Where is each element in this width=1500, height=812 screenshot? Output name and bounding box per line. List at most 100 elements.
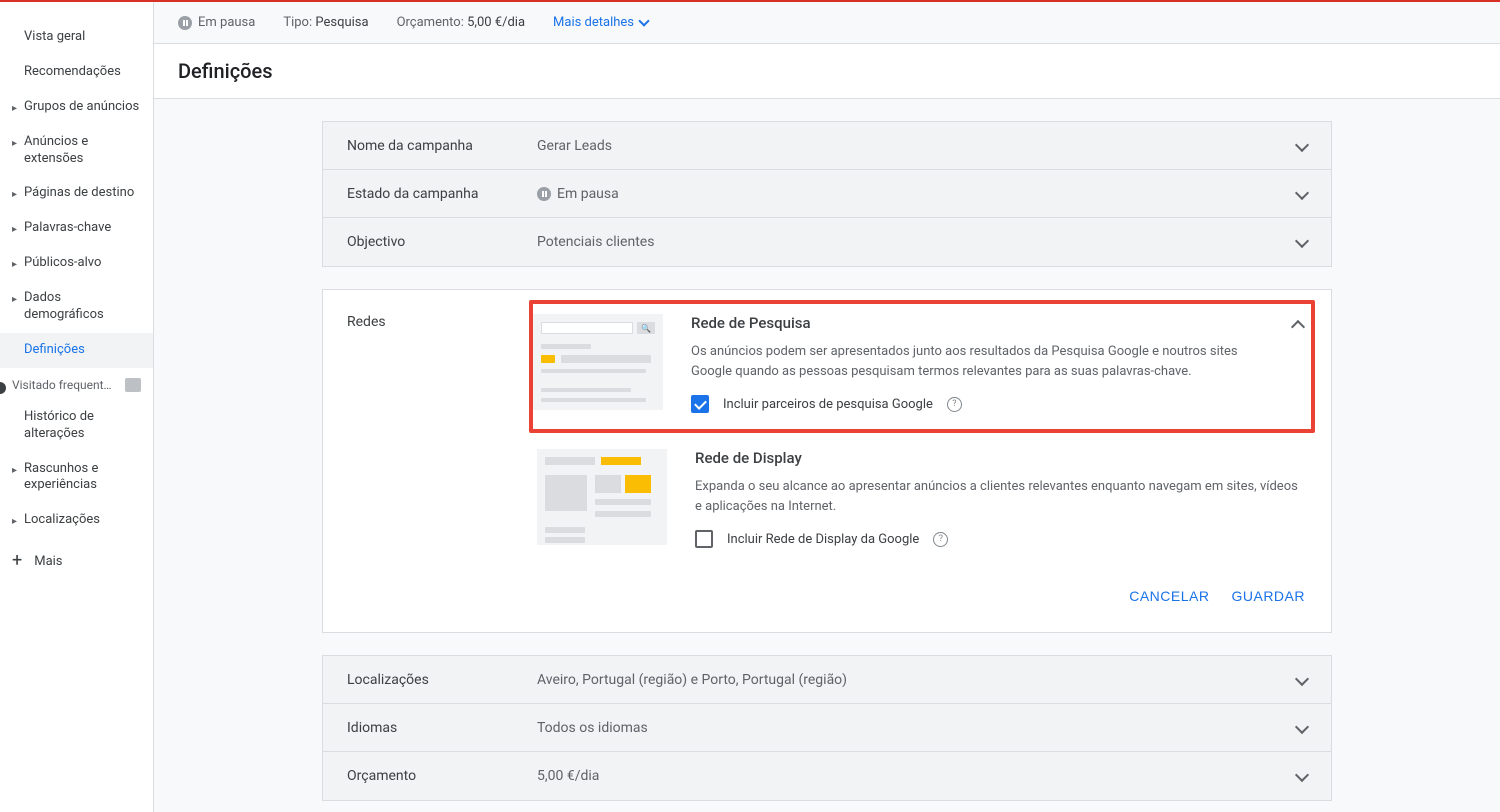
sidebar-more[interactable]: + Mais xyxy=(0,538,153,584)
network-block-search: 🔍 Rede de Pesquisa xyxy=(529,300,1315,433)
row-label: Idiomas xyxy=(347,720,537,736)
row-value: Aveiro, Portugal (região) e Porto, Portu… xyxy=(537,672,1297,688)
topbar-budget: Orçamento: 5,00 €/dia xyxy=(397,15,525,30)
sidebar-item-drafts[interactable]: ▸ Rascunhos e experiências xyxy=(0,452,153,504)
save-button[interactable]: GUARDAR xyxy=(1231,588,1305,604)
sidebar-item-label: Palavras-chave xyxy=(24,220,111,237)
topbar-status: Em pausa xyxy=(178,15,255,30)
bottom-row-languages[interactable]: Idiomas Todos os idiomas xyxy=(323,704,1331,752)
sidebar-frequent-label: Visitado frequent… xyxy=(12,378,112,392)
row-label: Objectivo xyxy=(347,234,537,250)
row-label: Localizações xyxy=(347,672,537,688)
topbar-details-link[interactable]: Mais detalhes xyxy=(553,15,648,30)
expand-icon[interactable] xyxy=(1297,234,1307,250)
networks-section-label: Redes xyxy=(347,310,537,330)
row-value-text: Em pausa xyxy=(557,186,619,202)
row-label: Estado da campanha xyxy=(347,186,537,202)
sidebar-item-label: Localizações xyxy=(24,512,100,529)
expand-icon[interactable] xyxy=(1297,186,1307,202)
sidebar-item-label: Públicos-alvo xyxy=(24,255,101,272)
caret-icon: ▸ xyxy=(12,258,17,271)
expand-icon[interactable] xyxy=(1297,768,1307,784)
sidebar-item-label: Dados demográficos xyxy=(24,290,143,324)
bottom-card: Localizações Aveiro, Portugal (região) e… xyxy=(322,655,1332,801)
sidebar-item-ads-extensions[interactable]: ▸ Anúncios e extensões xyxy=(0,125,153,177)
sidebar-frequent-heading: Visitado frequent… xyxy=(0,368,153,400)
sidebar-item-ad-groups[interactable]: ▸ Grupos de anúncios xyxy=(0,90,153,125)
topbar-status-label: Em pausa xyxy=(198,15,255,30)
row-value: Todos os idiomas xyxy=(537,720,1297,736)
caret-icon: ▸ xyxy=(12,188,17,201)
row-value: Em pausa xyxy=(537,186,1297,202)
topbar-budget-label: Orçamento: xyxy=(397,15,464,30)
page-title: Definições xyxy=(154,44,1500,99)
sidebar-item-label: Anúncios e extensões xyxy=(24,134,143,168)
chevron-down-icon xyxy=(638,15,649,26)
sidebar-more-label: Mais xyxy=(34,554,62,569)
row-value: 5,00 €/dia xyxy=(537,768,1297,784)
caret-icon: ▸ xyxy=(12,102,17,115)
bottom-row-budget[interactable]: Orçamento 5,00 €/dia xyxy=(323,752,1331,800)
sidebar-item-settings[interactable]: Definições xyxy=(0,333,153,368)
row-label: Nome da campanha xyxy=(347,138,537,154)
bottom-row-locations[interactable]: Localizações Aveiro, Portugal (região) e… xyxy=(323,656,1331,704)
row-label: Orçamento xyxy=(347,768,537,784)
network-search-title: Rede de Pesquisa xyxy=(691,314,1265,332)
info-icon[interactable]: ? xyxy=(933,532,948,547)
summary-card: Nome da campanha Gerar Leads Estado da c… xyxy=(322,121,1332,267)
sidebar-item-label: Recomendações xyxy=(24,64,121,81)
sidebar-item-overview[interactable]: Vista geral xyxy=(0,20,153,55)
comment-icon[interactable] xyxy=(125,378,141,392)
topbar: Em pausa Tipo: Pesquisa Orçamento: 5,00 … xyxy=(154,2,1500,44)
expand-icon[interactable] xyxy=(1297,138,1307,154)
sidebar-item-label: Páginas de destino xyxy=(24,185,134,202)
caret-icon: ▸ xyxy=(12,464,17,477)
main: Em pausa Tipo: Pesquisa Orçamento: 5,00 … xyxy=(154,2,1500,812)
sidebar-item-demographics[interactable]: ▸ Dados demográficos xyxy=(0,281,153,333)
checkbox-search-label: Incluir parceiros de pesquisa Google xyxy=(723,397,933,412)
caret-icon: ▸ xyxy=(12,515,17,528)
checkbox-search-partners[interactable] xyxy=(691,395,709,413)
topbar-type: Tipo: Pesquisa xyxy=(283,15,368,30)
sidebar-item-recommendations[interactable]: Recomendações xyxy=(0,55,153,90)
expand-icon[interactable] xyxy=(1297,720,1307,736)
sidebar-item-change-history[interactable]: Histórico de alterações xyxy=(0,400,153,452)
summary-row-objective[interactable]: Objectivo Potenciais clientes xyxy=(323,218,1331,266)
sidebar-item-label: Definições xyxy=(24,342,85,359)
topbar-type-value: Pesquisa xyxy=(315,15,368,30)
row-value: Gerar Leads xyxy=(537,138,1297,154)
networks-card: Redes 🔍 xyxy=(322,289,1332,633)
sidebar-item-keywords[interactable]: ▸ Palavras-chave xyxy=(0,211,153,246)
networks-actions: CANCELAR GUARDAR xyxy=(323,570,1331,624)
topbar-details-label: Mais detalhes xyxy=(553,15,634,30)
sidebar-item-landing-pages[interactable]: ▸ Páginas de destino xyxy=(0,176,153,211)
sidebar: Vista geral Recomendações ▸ Grupos de an… xyxy=(0,2,154,812)
sidebar-item-label: Histórico de alterações xyxy=(24,409,143,443)
pause-icon xyxy=(178,16,192,30)
topbar-budget-value: 5,00 €/dia xyxy=(467,15,525,30)
caret-icon: ▸ xyxy=(12,137,17,150)
sidebar-item-locations[interactable]: ▸ Localizações xyxy=(0,503,153,538)
pause-icon xyxy=(537,187,551,201)
topbar-type-label: Tipo: xyxy=(283,15,312,30)
checkbox-display-network[interactable] xyxy=(695,530,713,548)
info-icon[interactable]: ? xyxy=(947,397,962,412)
collapse-icon[interactable] xyxy=(1293,314,1303,336)
checkbox-display-label: Incluir Rede de Display da Google xyxy=(727,532,919,547)
sidebar-item-label: Grupos de anúncios xyxy=(24,99,139,116)
cancel-button[interactable]: CANCELAR xyxy=(1129,588,1209,604)
network-display-title: Rede de Display xyxy=(695,449,1307,467)
sidebar-item-audiences[interactable]: ▸ Públicos-alvo xyxy=(0,246,153,281)
sidebar-item-label: Rascunhos e experiências xyxy=(24,461,143,495)
summary-row-campaign-name[interactable]: Nome da campanha Gerar Leads xyxy=(323,122,1331,170)
summary-row-campaign-status[interactable]: Estado da campanha Em pausa xyxy=(323,170,1331,218)
caret-icon: ▸ xyxy=(12,293,17,306)
network-display-desc: Expanda o seu alcance ao apresentar anún… xyxy=(695,477,1307,516)
network-block-display: Rede de Display Expanda o seu alcance ao… xyxy=(537,439,1307,570)
expand-icon[interactable] xyxy=(1297,672,1307,688)
plus-icon: + xyxy=(12,552,22,570)
content: Nome da campanha Gerar Leads Estado da c… xyxy=(154,99,1500,812)
thumb-search-icon: 🔍 xyxy=(533,314,663,410)
caret-icon: ▸ xyxy=(12,223,17,236)
sidebar-item-label: Vista geral xyxy=(24,29,85,46)
